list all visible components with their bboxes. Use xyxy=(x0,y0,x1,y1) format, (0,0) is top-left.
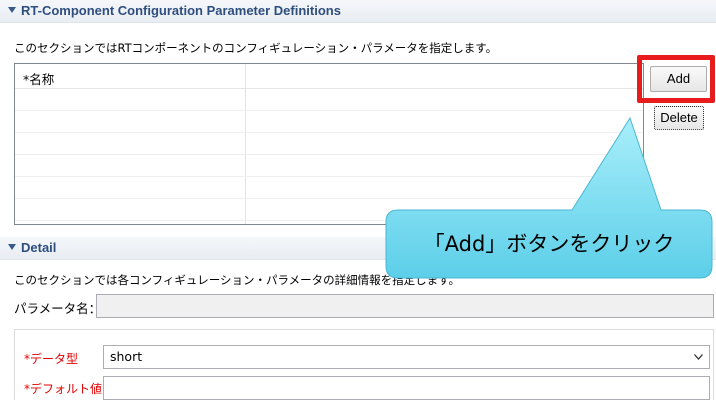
callout-label: 「Add」ボタンをクリック xyxy=(423,232,675,256)
default-value-label: *デフォルト値 xyxy=(24,382,103,396)
parameter-table[interactable]: *名称 xyxy=(14,63,644,225)
section-header-parameter-definitions[interactable]: RT-Component Configuration Parameter Def… xyxy=(0,0,716,23)
table-header: *名称 xyxy=(15,64,643,89)
table-row[interactable] xyxy=(15,111,643,133)
table-row[interactable] xyxy=(15,89,643,111)
delete-button[interactable]: Delete xyxy=(654,106,704,130)
section-title: Detail xyxy=(21,240,57,255)
table-row[interactable] xyxy=(15,177,643,199)
data-type-label: *データ型 xyxy=(24,352,79,366)
table-row[interactable] xyxy=(15,133,643,155)
chevron-down-icon xyxy=(694,354,703,360)
section-description: このセクションではRTコンポーネントのコンフィギュレーション・パラメータを指定し… xyxy=(14,41,498,55)
table-row[interactable] xyxy=(15,155,643,177)
collapse-triangle-icon[interactable] xyxy=(8,244,16,250)
data-type-value: short xyxy=(110,349,143,364)
add-button-highlight xyxy=(637,55,715,103)
collapse-triangle-icon[interactable] xyxy=(8,7,16,13)
param-name-input[interactable] xyxy=(96,294,714,318)
column-header-name: *名称 xyxy=(23,72,55,87)
data-type-select[interactable]: short xyxy=(103,345,710,369)
section-title: RT-Component Configuration Parameter Def… xyxy=(21,3,341,18)
param-name-label: パラメータ名： xyxy=(14,301,102,316)
default-value-input[interactable] xyxy=(103,376,710,400)
